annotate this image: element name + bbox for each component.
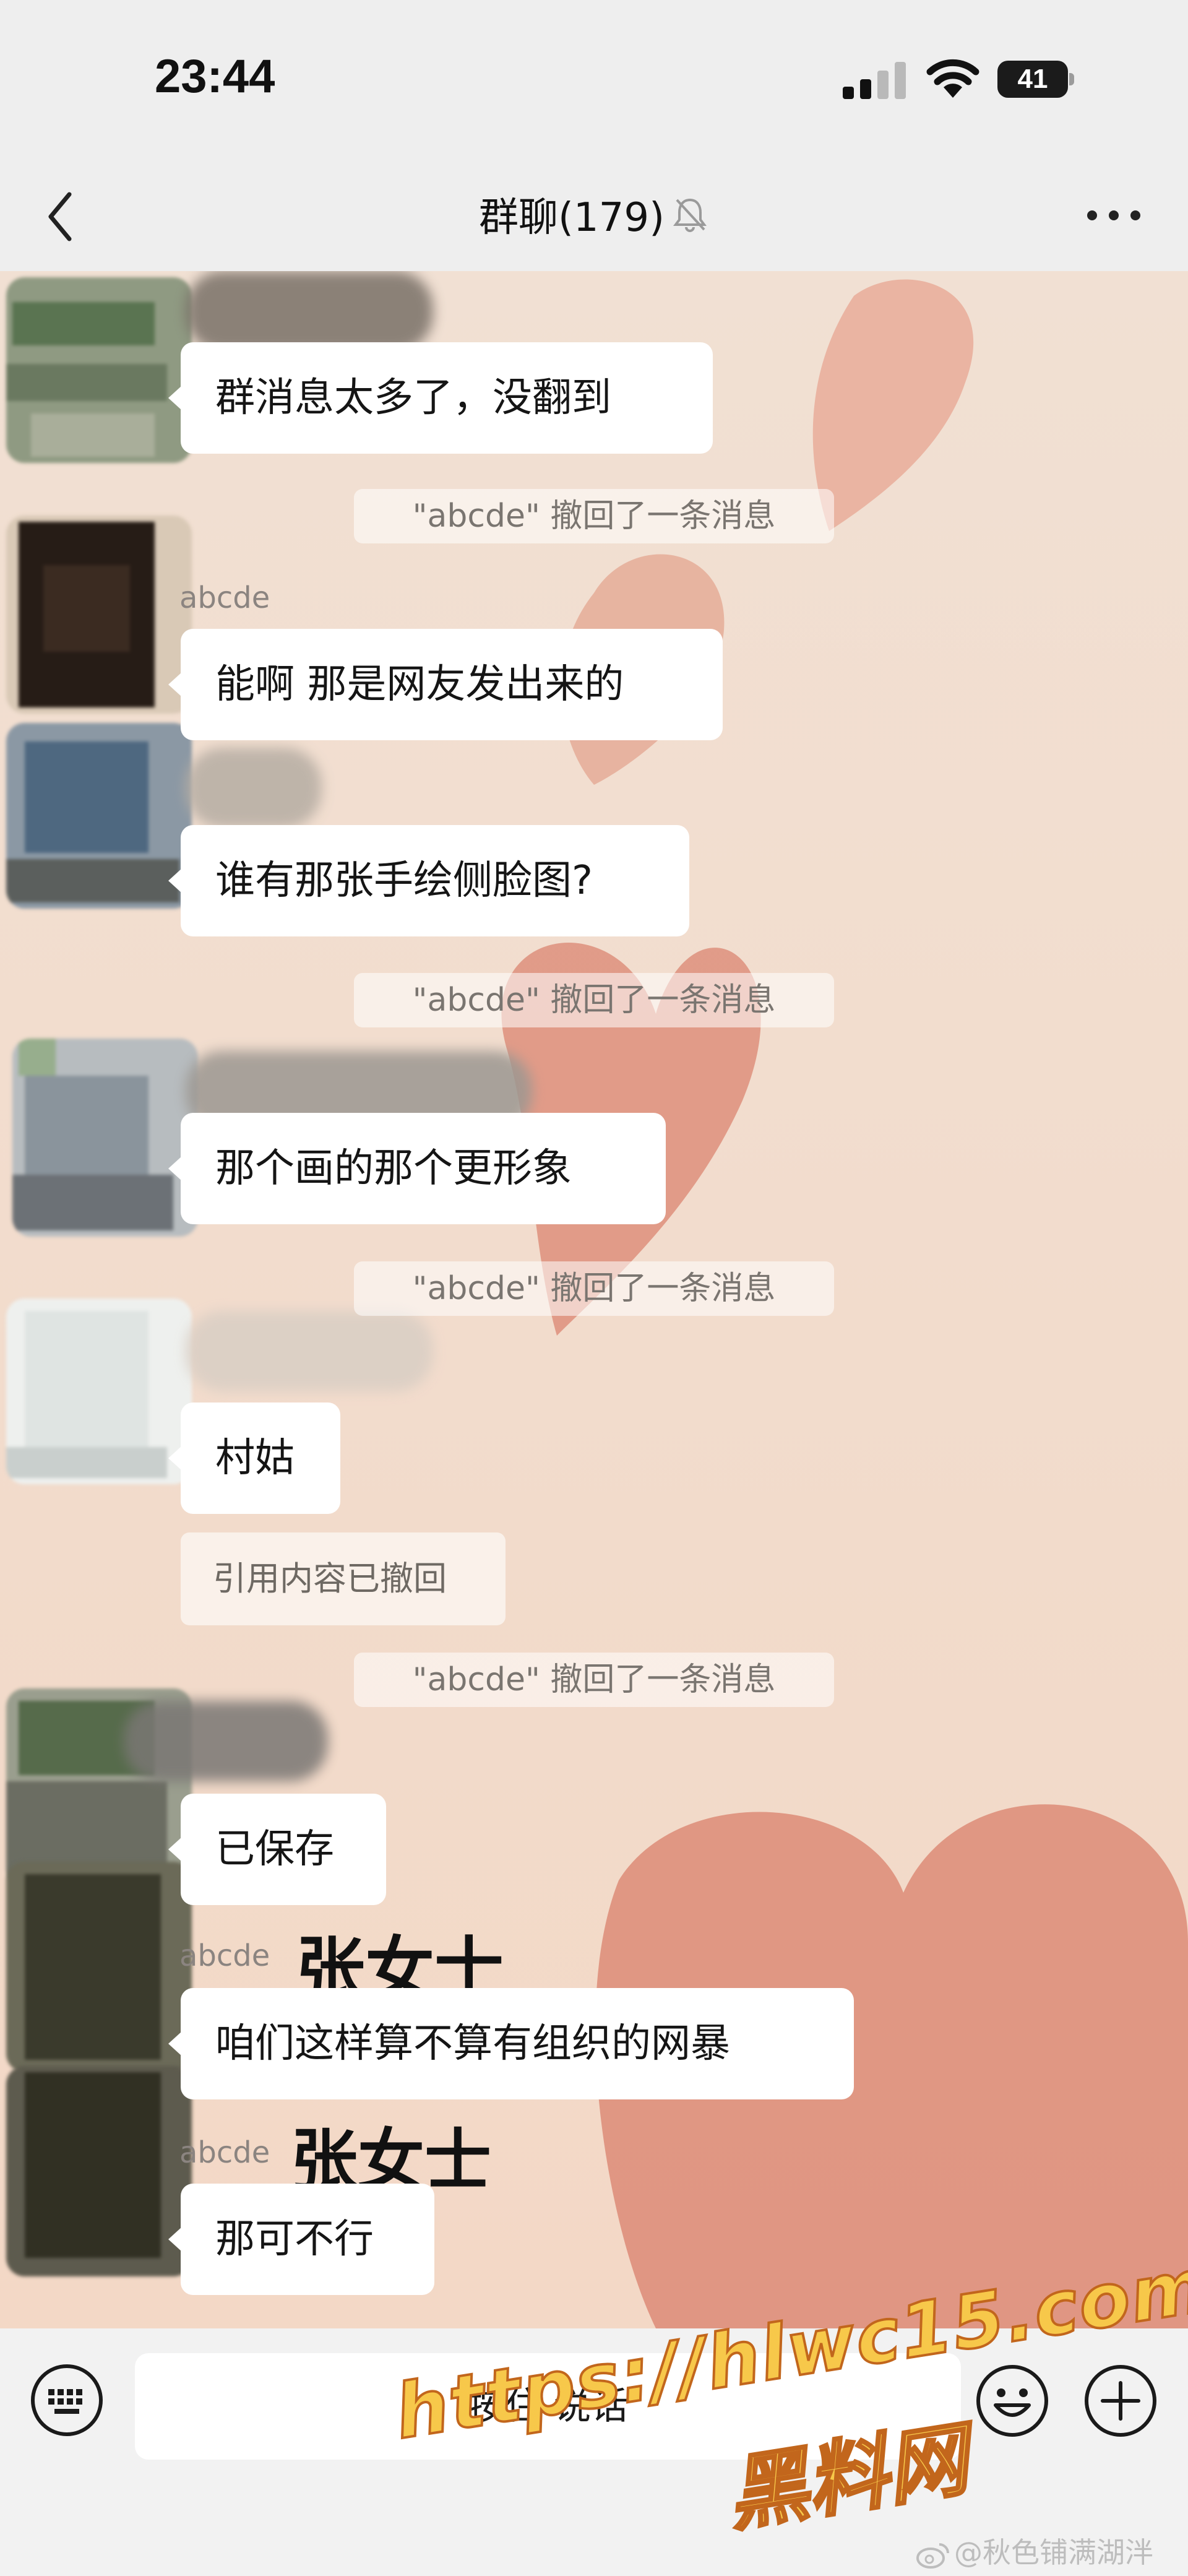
avatar[interactable] [12,1039,198,1237]
recall-notice: "abcde" 撤回了一条消息 [354,1261,834,1316]
weibo-logo-icon [916,2543,949,2569]
avatar[interactable] [6,2066,192,2276]
ellipsis-icon[interactable] [1080,197,1148,234]
avatar[interactable] [6,277,192,463]
sender-name-redacted [186,271,433,352]
recall-notice: "abcde" 撤回了一条消息 [354,973,834,1027]
bell-slash-icon [673,198,707,232]
status-time: 23:44 [155,50,275,103]
avatar[interactable] [6,1862,192,2072]
group-name: 群聊(179) [478,195,665,241]
message-bubble[interactable]: 那个画的那个更形象 [168,1113,666,1224]
watermark-weibo-handle: @秋色铺满湖泮 [954,2536,1153,2569]
message-bubble[interactable]: 那可不行 [168,2184,434,2295]
wifi-icon [926,59,979,98]
chat-title: 群聊(179) [0,186,1188,243]
message-bubble[interactable]: 群消息太多了，没翻到 [168,342,713,454]
sender-name-redacted [186,1311,433,1391]
avatar[interactable] [6,723,192,909]
plus-circle-icon[interactable] [1083,2363,1158,2439]
sender-name: abcde [179,2135,270,2170]
battery-level: 41 [997,61,1068,98]
sender-name-redacted [186,748,322,828]
chat-message-list[interactable]: 群消息太多了，没翻到 "abcde" 撤回了一条消息 abcde 能啊 那是网友… [0,271,1188,2328]
recall-notice: "abcde" 撤回了一条消息 [354,489,834,543]
emoji-icon[interactable] [975,2363,1050,2439]
watermark-weibo: @秋色铺满湖泮 [916,2530,1153,2571]
sender-name: abcde [179,1938,270,1973]
recall-notice: "abcde" 撤回了一条消息 [354,1653,834,1707]
message-bubble[interactable]: 已保存 [168,1794,386,1905]
battery-indicator: 41 [997,61,1075,98]
sender-name-redacted [124,1701,328,1781]
message-bubble[interactable]: 谁有那张手绘侧脸图? [168,825,689,936]
quoted-message-recalled[interactable]: 引用内容已撤回 [181,1532,506,1625]
cellular-signal-icon [843,62,906,99]
battery-tip [1069,73,1074,85]
message-bubble[interactable]: 咱们这样算不算有组织的网暴 [168,1988,854,2099]
keyboard-icon[interactable] [30,2363,104,2437]
message-bubble[interactable]: 村姑 [168,1403,340,1514]
chat-header: 群聊(179) [0,161,1188,271]
status-bar: 23:44 41 [0,0,1188,161]
sender-name: abcde [179,581,270,615]
avatar[interactable] [6,1299,192,1484]
avatar[interactable] [6,516,192,714]
message-bubble[interactable]: 能啊 那是网友发出来的 [168,629,723,740]
